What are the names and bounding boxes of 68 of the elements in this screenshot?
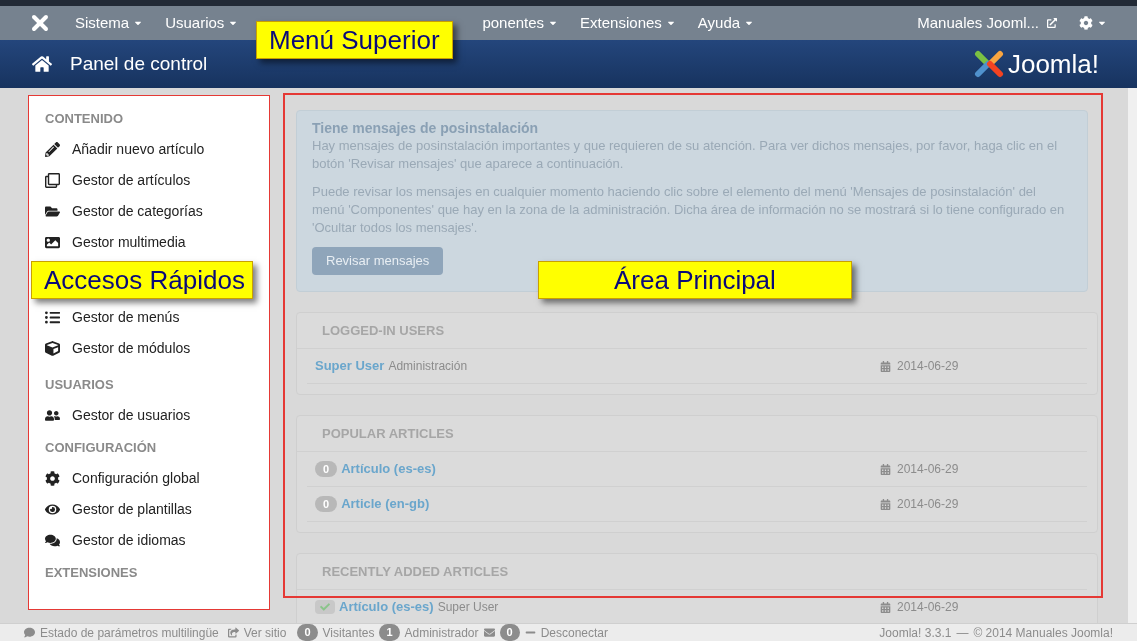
sidebar-link[interactable]: Gestor de categorías	[45, 196, 253, 227]
version-text: Joomla! 3.3.1	[879, 624, 952, 641]
sidebar-link[interactable]: Gestor de plantillas	[45, 494, 253, 525]
menu-item[interactable]: Sistema	[64, 11, 155, 35]
item-date: 2014-06-29	[897, 461, 960, 478]
home-icon	[32, 54, 52, 74]
item-date: 2014-06-29	[897, 599, 960, 616]
sidebar-link[interactable]: Gestor de artículos	[45, 165, 253, 196]
users-icon	[45, 408, 60, 423]
menu-item[interactable]: Extensiones	[569, 11, 687, 35]
item-date: 2014-06-29	[897, 358, 960, 375]
settings-icon	[1079, 16, 1093, 30]
admins-label: Administrador	[404, 624, 479, 641]
count-badge: 0	[297, 624, 318, 641]
sidebar-link[interactable]: Gestor de menús	[45, 302, 253, 333]
pencil-icon	[45, 142, 60, 157]
calendar-icon	[880, 463, 891, 475]
section-heading: USUARIOS	[45, 376, 115, 395]
logout-link[interactable]: Desconectar	[540, 623, 609, 641]
hits-badge: 0	[315, 460, 338, 478]
sidebar-link[interactable]: Gestor de módulos	[45, 333, 253, 364]
eye-icon	[45, 502, 60, 517]
review-messages-button[interactable]: Revisar mensajes	[312, 247, 444, 275]
callout-label: Área Principal	[538, 261, 852, 299]
item-detail: Administración	[388, 358, 468, 375]
calendar-icon	[880, 360, 891, 372]
settings-icon	[45, 471, 60, 486]
count-badge: 1	[379, 624, 400, 641]
external-link-icon	[1047, 18, 1057, 28]
speech-bubble-icon	[24, 627, 35, 638]
share-icon	[227, 627, 239, 638]
multilang-status[interactable]: Estado de parámetros multilingüe	[40, 623, 219, 641]
callout-label: Menú Superior	[256, 21, 453, 59]
speech-bubbles-icon	[45, 533, 60, 548]
item-detail: Super User	[437, 599, 499, 616]
calendar-icon	[880, 498, 891, 510]
hits-badge: 0	[315, 495, 338, 513]
cube-icon	[45, 341, 60, 356]
copies-icon	[45, 173, 60, 188]
view-site-link[interactable]: Ver sitio	[243, 623, 287, 641]
sidebar-link[interactable]: Gestor de idiomas	[45, 525, 253, 556]
published-badge	[315, 600, 335, 614]
menu-item[interactable]: Usuarios	[154, 11, 250, 35]
message-title: Tiene mensajes de posinstalación	[312, 119, 540, 137]
item-date: 2014-06-29	[897, 496, 960, 513]
sidebar-link[interactable]: Configuración global	[45, 463, 253, 494]
envelope-icon	[483, 627, 495, 638]
sidebar-link[interactable]: Añadir nuevo artículo	[45, 134, 253, 165]
menu-item[interactable]: ponentes	[471, 11, 570, 35]
section-heading: CONTENIDO	[45, 110, 124, 129]
visitors-label: Visitantes	[322, 624, 375, 641]
sidebar-link[interactable]: Gestor multimedia	[45, 227, 253, 258]
section-heading: CONFIGURACIÓN	[45, 439, 158, 458]
page-title: Panel de control	[70, 51, 208, 76]
section-heading: EXTENSIONES	[45, 564, 139, 583]
sidebar-link[interactable]: Gestor de usuarios	[45, 400, 253, 431]
list-icon	[45, 310, 60, 325]
settings-menu[interactable]	[1079, 16, 1107, 30]
callout-label: Accesos Rápidos	[31, 261, 253, 299]
copyright-text: © 2014 Manuales Joomla!	[973, 624, 1113, 641]
site-link[interactable]: Manuales Jooml...	[917, 11, 1057, 35]
calendar-icon	[880, 601, 891, 613]
folder-icon	[45, 204, 60, 219]
separator-text: —	[956, 624, 969, 641]
joomla-logo: Joomla!	[973, 50, 1099, 78]
count-badge: 0	[499, 624, 520, 641]
image-icon	[45, 235, 60, 250]
menu-item[interactable]: Ayuda	[686, 11, 766, 35]
